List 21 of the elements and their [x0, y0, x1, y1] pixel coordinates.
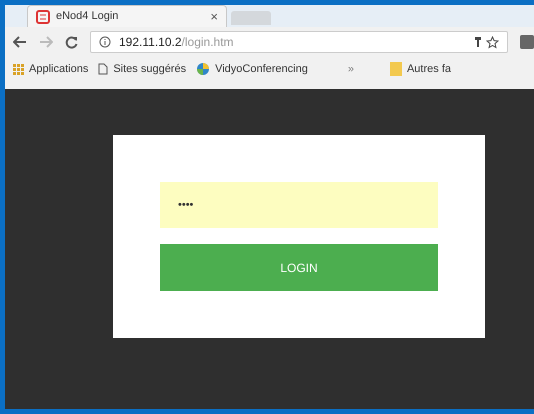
close-icon[interactable]: ×	[210, 6, 218, 26]
password-field[interactable]: ••••	[160, 182, 438, 228]
more-bookmarks-button[interactable]: »	[348, 60, 354, 78]
logo-icon	[36, 10, 50, 24]
tab-title: eNod4 Login	[56, 9, 120, 24]
info-icon	[99, 36, 111, 48]
apps-grid-icon	[13, 64, 24, 74]
bookmark-link[interactable]: Applications	[29, 60, 88, 78]
bookmark-link[interactable]: VidyoConferencing	[215, 60, 308, 78]
back-icon[interactable]	[13, 36, 27, 48]
bookmark-link[interactable]: Sites suggérés	[113, 60, 186, 78]
globe-icon	[196, 62, 210, 76]
reload-icon[interactable]	[65, 36, 78, 48]
url-host: 192.11.10.2	[119, 34, 182, 51]
star-icon[interactable]	[486, 36, 499, 48]
bookmark-link[interactable]: Autres fa	[406, 60, 451, 78]
address-field[interactable]: 192.11.10.2/login.htm	[90, 31, 508, 53]
folder-icon	[390, 62, 402, 76]
url-path: /login.htm	[182, 34, 234, 51]
browser-tab[interactable]: eNod4 Login ×	[27, 5, 227, 27]
page-icon	[98, 63, 108, 75]
